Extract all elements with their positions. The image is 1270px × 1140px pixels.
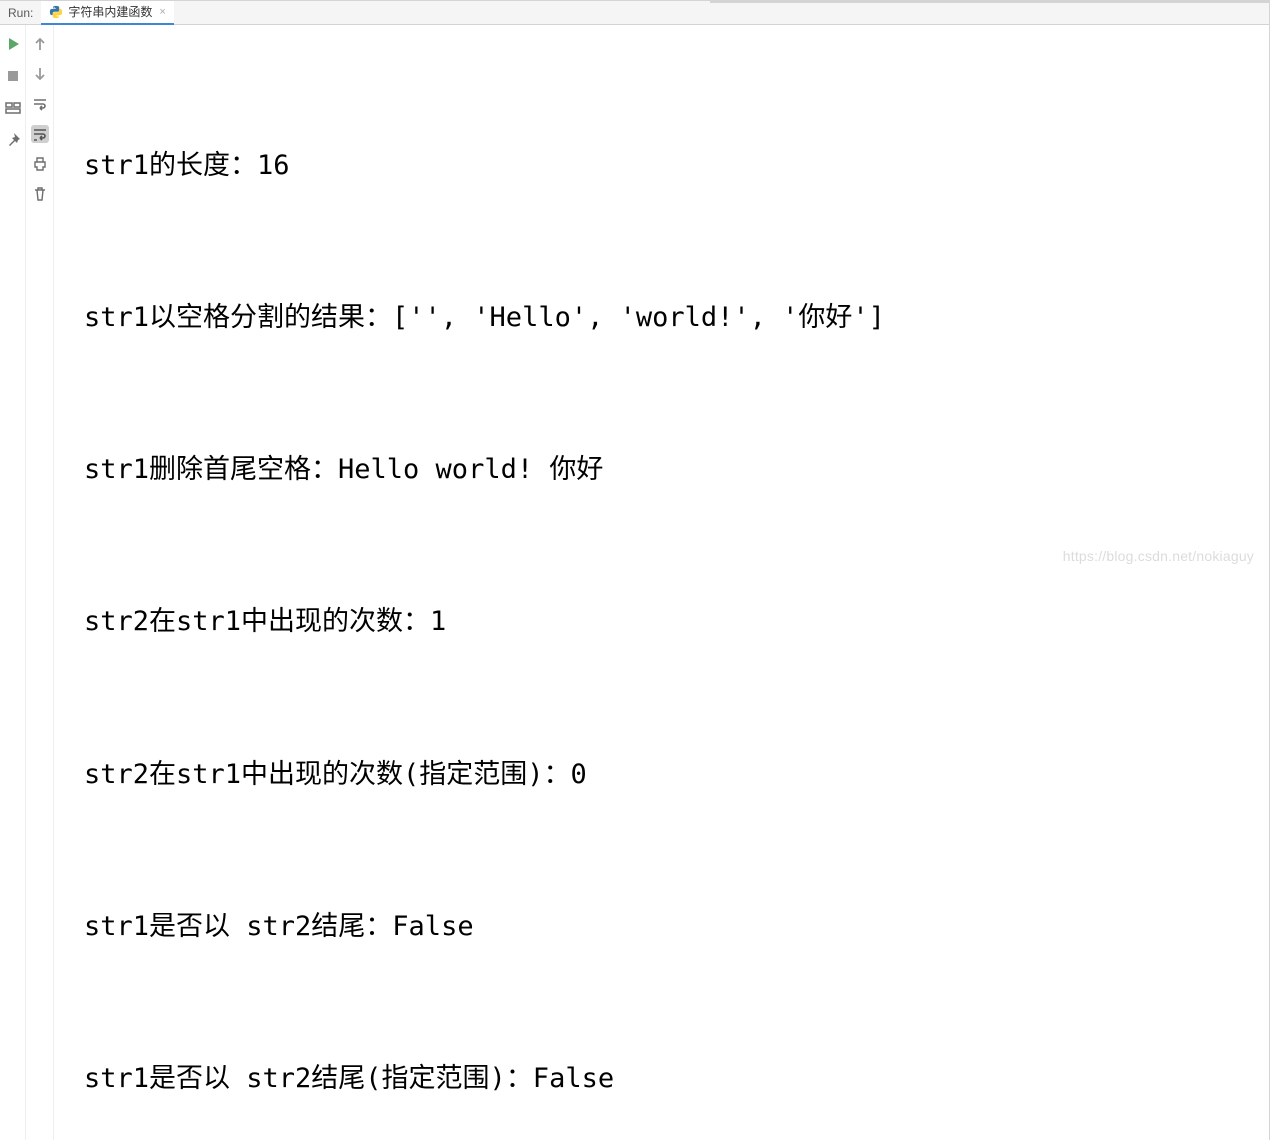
run-toolbar-right (26, 25, 54, 1140)
layout-icon[interactable] (4, 99, 22, 117)
run-label: Run: (0, 6, 41, 20)
output-line: str1以空格分割的结果：['', 'Hello', 'world!', '你好… (84, 293, 1259, 344)
output-line: str1是否以 str2结尾：False (84, 902, 1259, 953)
print-icon[interactable] (31, 155, 49, 173)
output-line: str1的长度：16 (84, 141, 1259, 192)
output-line: str2在str1中出现的次数：1 (84, 597, 1259, 648)
trash-icon[interactable] (31, 185, 49, 203)
run-panel: Run: 字符串内建函数 × (0, 0, 1270, 1140)
soft-wrap-icon[interactable] (31, 95, 49, 113)
scroll-to-end-icon[interactable] (31, 125, 49, 143)
pin-icon[interactable] (4, 131, 22, 149)
watermark: https://blog.csdn.net/nokiaguy (1063, 548, 1254, 564)
step-up-icon[interactable] (31, 35, 49, 53)
step-down-icon[interactable] (31, 65, 49, 83)
python-icon (49, 5, 63, 19)
run-icon[interactable] (4, 35, 22, 53)
output-line: str1删除首尾空格：Hello world! 你好 (84, 445, 1259, 496)
console-output: str1的长度：16 str1以空格分割的结果：['', 'Hello', 'w… (54, 25, 1269, 1140)
run-tab-label: 字符串内建函数 (68, 3, 152, 20)
output-line: str2在str1中出现的次数(指定范围)：0 (84, 750, 1259, 801)
close-tab-icon[interactable]: × (159, 6, 165, 18)
run-tab[interactable]: 字符串内建函数 × (41, 1, 173, 25)
output-line: str1是否以 str2结尾(指定范围)：False (84, 1054, 1259, 1105)
run-panel-header: Run: 字符串内建函数 × (0, 1, 1269, 25)
stop-icon[interactable] (4, 67, 22, 85)
run-toolbar-left (0, 25, 26, 1140)
